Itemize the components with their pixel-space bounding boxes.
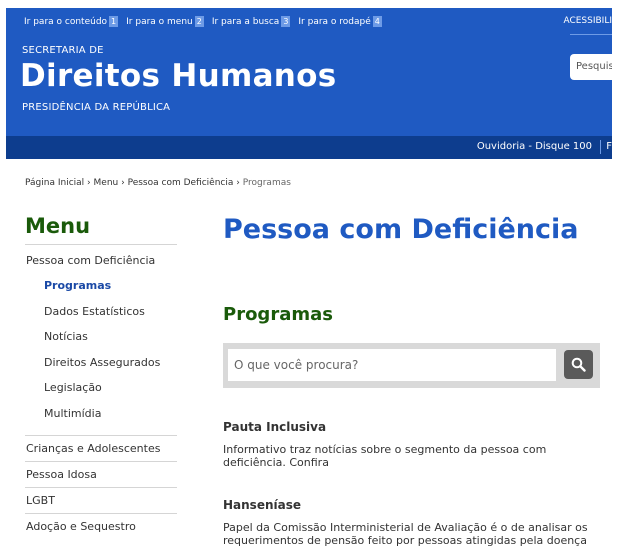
breadcrumb-separator: › xyxy=(236,178,240,188)
sidebar-item-adocao-sequestro[interactable]: Adoção e Sequestro xyxy=(25,512,177,539)
skip-to-content-link[interactable]: Ir para o conteúdo 1 xyxy=(24,16,119,27)
sidebar-item-lgbt[interactable]: LGBT xyxy=(25,486,177,513)
skip-links: Ir para o conteúdo 1 Ir para o menu 2 Ir p… xyxy=(24,16,382,27)
breadcrumb-current: Programas xyxy=(242,178,291,188)
breadcrumb-separator: › xyxy=(87,178,91,188)
submenu-item-direitos-assegurados[interactable]: Direitos Assegurados xyxy=(25,350,177,376)
service-link-truncated[interactable]: F xyxy=(606,141,612,152)
service-divider xyxy=(600,140,601,154)
skip-to-footer-link[interactable]: Ir para o rodapé 4 xyxy=(298,16,382,27)
ouvidoria-link[interactable]: Ouvidoria - Disque 100 xyxy=(477,141,592,152)
breadcrumb-section[interactable]: Pessoa com Deficiência xyxy=(128,178,234,188)
accesskey-badge: 4 xyxy=(372,16,382,27)
search-button[interactable] xyxy=(564,350,593,379)
skip-to-menu-link[interactable]: Ir para o menu 2 xyxy=(126,16,204,27)
search-input[interactable] xyxy=(228,349,556,381)
list-item: Hanseníase Papel da Comissão Interminist… xyxy=(223,498,601,547)
org-parent: PRESIDÊNCIA DA REPÚBLICA xyxy=(22,102,171,113)
accesskey-badge: 3 xyxy=(281,16,291,27)
accesskey-badge: 1 xyxy=(109,16,119,27)
submenu-item-noticias[interactable]: Notícias xyxy=(25,324,177,350)
submenu-item-dados-estatisticos[interactable]: Dados Estatísticos xyxy=(25,299,177,325)
skip-to-search-link[interactable]: Ir para a busca 3 xyxy=(212,16,291,27)
breadcrumb-menu[interactable]: Menu xyxy=(94,178,119,188)
header-divider xyxy=(570,34,612,35)
accessibility-link[interactable]: ACESSIBILI xyxy=(563,16,612,26)
search-icon xyxy=(571,357,586,372)
sidebar-item-criancas-adolescentes[interactable]: Crianças e Adolescentes xyxy=(25,434,177,461)
accesskey-badge: 2 xyxy=(194,16,204,27)
site-header: Ir para o conteúdo 1 Ir para o menu 2 Ir p… xyxy=(6,8,612,136)
list-item: Pauta Inclusiva Informativo traz notícia… xyxy=(223,420,601,469)
page-title: Pessoa com Deficiência xyxy=(223,214,579,245)
section-title: Programas xyxy=(223,304,333,325)
breadcrumb-home[interactable]: Página Inicial xyxy=(25,178,84,188)
header-search-input[interactable]: Pesquis xyxy=(570,54,612,80)
content-search xyxy=(223,343,600,388)
post-title[interactable]: Pauta Inclusiva xyxy=(223,420,601,434)
post-title[interactable]: Hanseníase xyxy=(223,498,601,512)
submenu: Programas Dados Estatísticos Notícias Di… xyxy=(25,273,177,427)
service-bar: Ouvidoria - Disque 100 F xyxy=(6,136,612,159)
post-text: Papel da Comissão Interministerial de Av… xyxy=(223,521,588,547)
menu-title: Menu xyxy=(25,214,177,245)
sidebar-menu: Menu Pessoa com Deficiência Programas Da… xyxy=(25,214,177,539)
main-content: Pessoa com Deficiência Programas Pauta I… xyxy=(223,214,601,547)
submenu-item-multimidia[interactable]: Multimídia xyxy=(25,401,177,427)
breadcrumb: Página Inicial › Menu › Pessoa com Defic… xyxy=(25,178,291,188)
sidebar-item-pessoa-com-deficiencia[interactable]: Pessoa com Deficiência xyxy=(25,245,177,273)
sidebar-item-pessoa-idosa[interactable]: Pessoa Idosa xyxy=(25,460,177,487)
submenu-item-programas[interactable]: Programas xyxy=(25,273,177,299)
submenu-item-legislacao[interactable]: Legislação xyxy=(25,375,177,401)
post-text: Informativo traz notícias sobre o segmen… xyxy=(223,443,547,469)
breadcrumb-separator: › xyxy=(121,178,125,188)
site-title[interactable]: Direitos Humanos xyxy=(20,58,337,94)
org-subtitle: SECRETARIA DE xyxy=(22,45,104,56)
